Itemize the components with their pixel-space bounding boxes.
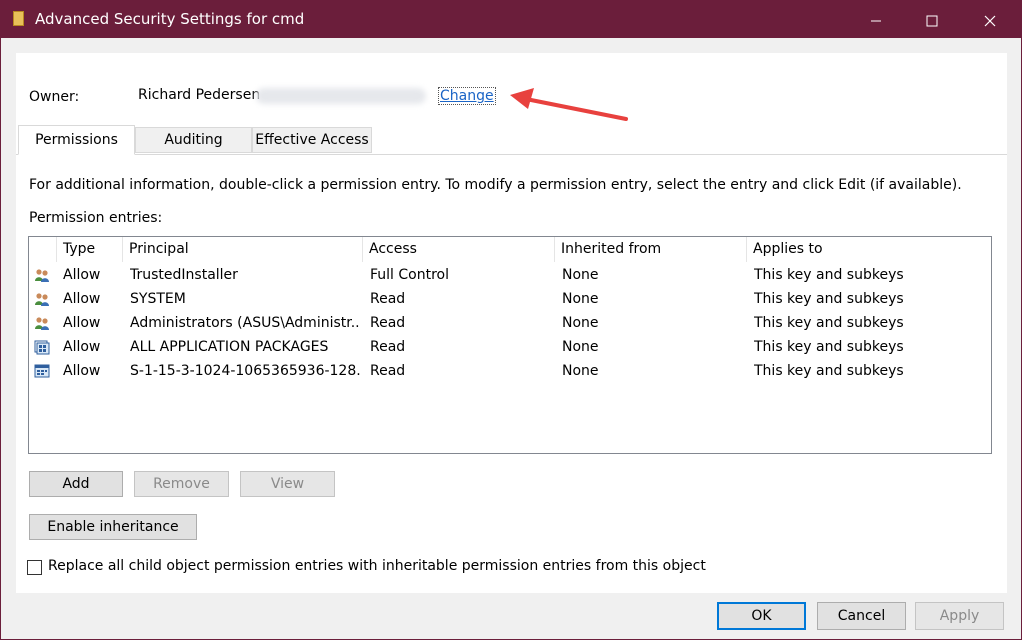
tab-label: Effective Access bbox=[255, 132, 369, 148]
column-header-type[interactable]: Type bbox=[57, 237, 123, 262]
advanced-security-dialog: Advanced Security Settings for cmd Owner… bbox=[0, 0, 1022, 640]
entry-access: Read bbox=[370, 339, 406, 355]
column-header-access[interactable]: Access bbox=[363, 237, 555, 262]
owner-label: Owner: bbox=[29, 89, 80, 105]
app-packages-icon bbox=[34, 340, 50, 355]
table-row[interactable]: Allow SYSTEM Read None This key and subk… bbox=[29, 287, 991, 311]
table-row[interactable]: Allow ALL APPLICATION PACKAGES Read None… bbox=[29, 335, 991, 359]
entry-principal: ALL APPLICATION PACKAGES bbox=[130, 339, 329, 355]
add-button[interactable]: Add bbox=[29, 471, 123, 497]
column-header-principal[interactable]: Principal bbox=[123, 237, 363, 262]
change-owner-link[interactable]: Change bbox=[438, 87, 496, 105]
users-group-icon bbox=[35, 293, 49, 306]
minimize-button[interactable] bbox=[853, 1, 899, 38]
tab-effective-access[interactable]: Effective Access bbox=[252, 127, 372, 153]
entry-applies-to: This key and subkeys bbox=[754, 363, 904, 379]
info-text: For additional information, double-click… bbox=[29, 177, 962, 193]
permission-entries-label: Permission entries: bbox=[29, 210, 163, 226]
remove-button[interactable]: Remove bbox=[134, 471, 229, 497]
tab-label: Permissions bbox=[35, 132, 118, 148]
title-bar: Advanced Security Settings for cmd bbox=[1, 1, 1021, 38]
users-group-icon bbox=[35, 269, 49, 282]
entry-applies-to: This key and subkeys bbox=[754, 315, 904, 331]
tab-auditing[interactable]: Auditing bbox=[135, 127, 252, 153]
entry-applies-to: This key and subkeys bbox=[754, 339, 904, 355]
entry-principal: S-1-15-3-1024-1065365936-128... bbox=[130, 363, 360, 379]
table-row[interactable]: Allow S-1-15-3-1024-1065365936-128... Re… bbox=[29, 359, 991, 383]
app-package-sid-icon bbox=[34, 364, 50, 378]
entry-applies-to: This key and subkeys bbox=[754, 267, 904, 283]
entry-access: Read bbox=[370, 291, 406, 307]
close-icon bbox=[984, 15, 996, 26]
permission-entries-list[interactable]: Type Principal Access Inherited from App… bbox=[28, 236, 992, 454]
entry-type: Allow bbox=[63, 267, 101, 283]
entry-type: Allow bbox=[63, 339, 101, 355]
replace-permissions-label[interactable]: Replace all child object permission entr… bbox=[48, 558, 706, 574]
enable-inheritance-button[interactable]: Enable inheritance bbox=[29, 514, 197, 540]
view-button[interactable]: View bbox=[240, 471, 335, 497]
entry-principal: SYSTEM bbox=[130, 291, 186, 307]
maximize-icon bbox=[926, 15, 938, 26]
entry-type: Allow bbox=[63, 291, 101, 307]
entry-type: Allow bbox=[63, 315, 101, 331]
column-header-inherited-from[interactable]: Inherited from bbox=[555, 237, 747, 262]
table-row[interactable]: Allow Administrators (ASUS\Administr... … bbox=[29, 311, 991, 335]
dialog-content: Owner: Richard Pedersen Change Permissio… bbox=[16, 53, 1007, 593]
close-button[interactable] bbox=[967, 1, 1013, 38]
entry-inherited-from: None bbox=[562, 363, 599, 379]
entry-principal: Administrators (ASUS\Administr... bbox=[130, 315, 360, 331]
column-header-applies-to[interactable]: Applies to bbox=[747, 237, 991, 262]
entry-type: Allow bbox=[63, 363, 101, 379]
entry-access: Read bbox=[370, 363, 406, 379]
tab-permissions[interactable]: Permissions bbox=[18, 125, 135, 155]
entry-access: Full Control bbox=[370, 267, 449, 283]
entry-inherited-from: None bbox=[562, 267, 599, 283]
folder-icon bbox=[13, 11, 24, 26]
entry-applies-to: This key and subkeys bbox=[754, 291, 904, 307]
cancel-button[interactable]: Cancel bbox=[817, 602, 906, 630]
owner-name: Richard Pedersen bbox=[138, 87, 261, 103]
entry-inherited-from: None bbox=[562, 339, 599, 355]
tab-strip: Permissions Auditing Effective Access bbox=[16, 125, 1007, 155]
entry-principal: TrustedInstaller bbox=[130, 267, 238, 283]
entry-inherited-from: None bbox=[562, 291, 599, 307]
column-header-icon[interactable] bbox=[29, 237, 57, 262]
table-row[interactable]: Allow TrustedInstaller Full Control None… bbox=[29, 263, 991, 287]
entry-access: Read bbox=[370, 315, 406, 331]
owner-email-redacted bbox=[256, 88, 426, 104]
users-group-icon bbox=[35, 317, 49, 330]
ok-button[interactable]: OK bbox=[717, 602, 806, 630]
tab-label: Auditing bbox=[164, 132, 223, 148]
minimize-icon bbox=[871, 20, 881, 21]
apply-button[interactable]: Apply bbox=[915, 602, 1004, 630]
entry-inherited-from: None bbox=[562, 315, 599, 331]
window-title: Advanced Security Settings for cmd bbox=[35, 10, 305, 28]
maximize-button[interactable] bbox=[909, 1, 955, 38]
annotation-arrow-icon bbox=[510, 88, 628, 121]
replace-permissions-checkbox[interactable] bbox=[27, 560, 42, 575]
